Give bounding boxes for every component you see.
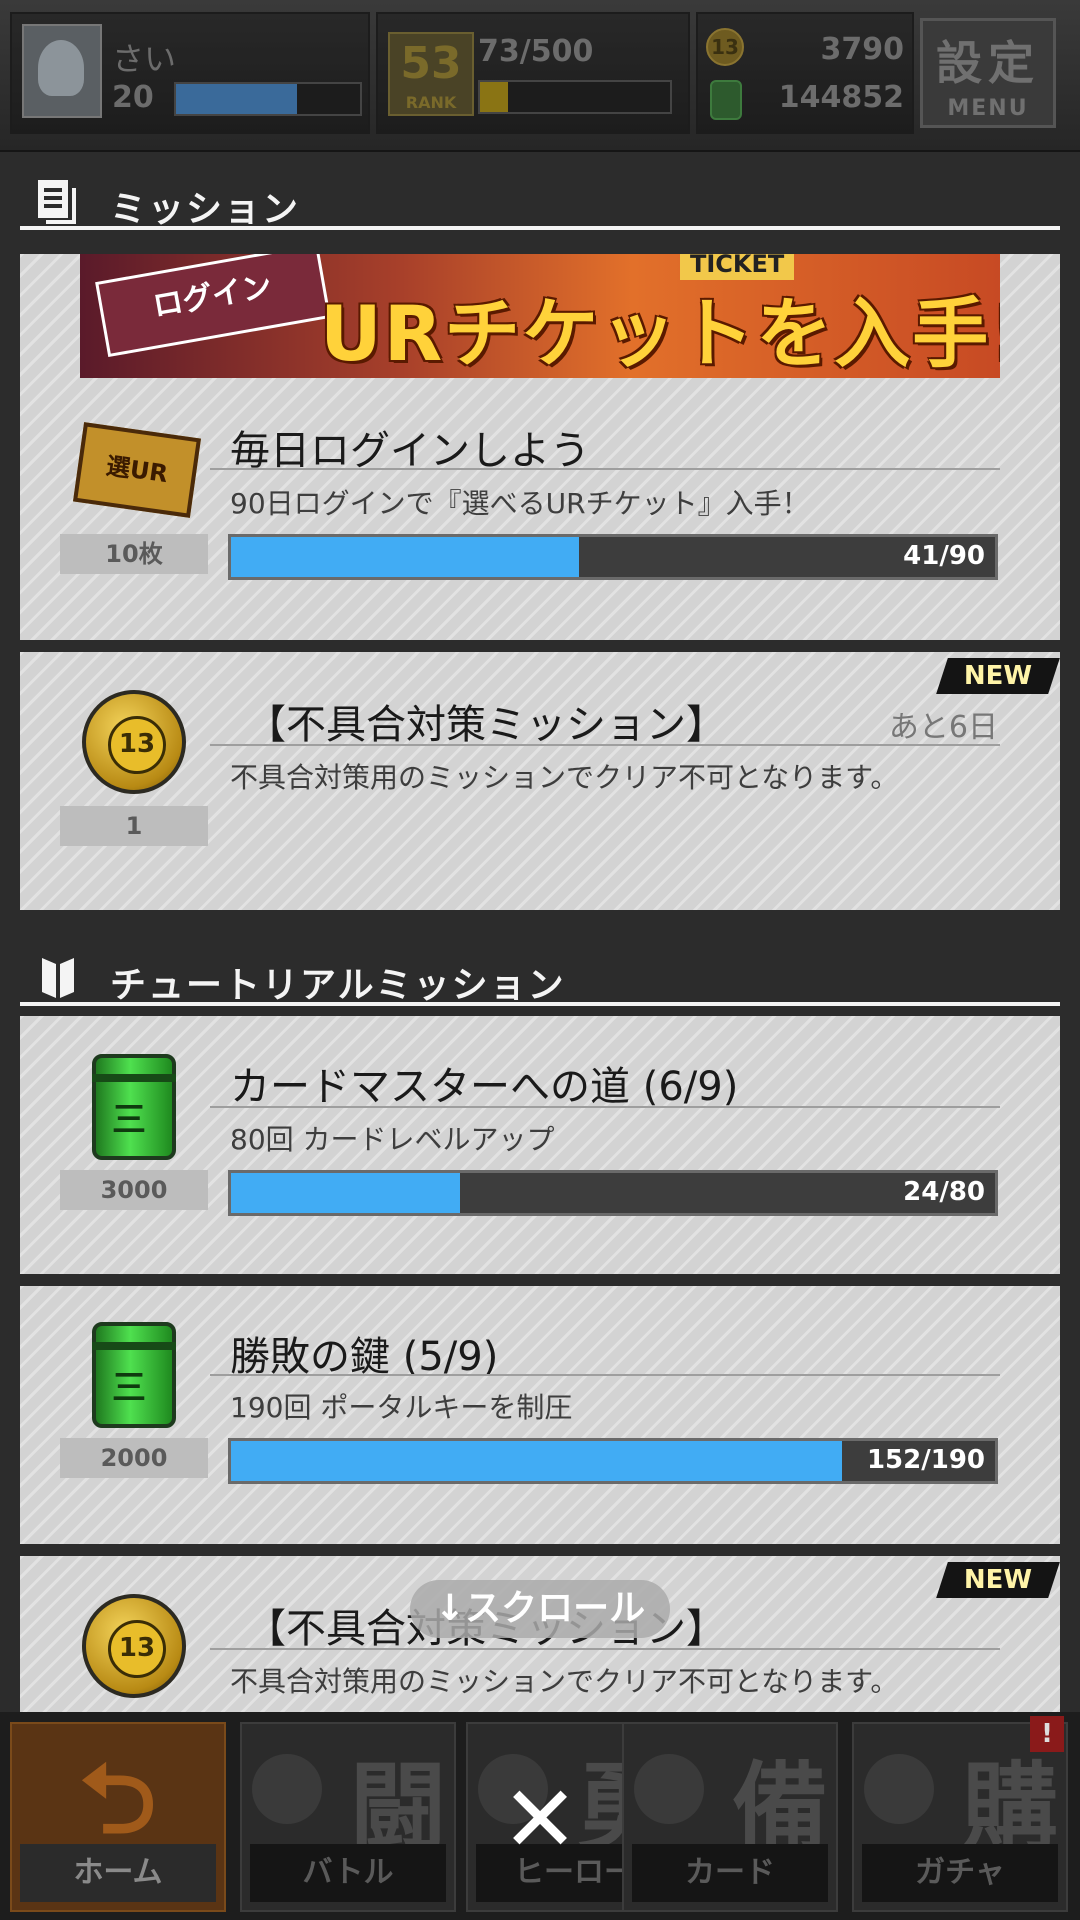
scroll-hint: ↓スクロール [410, 1580, 670, 1638]
new-badge: NEW [936, 658, 1060, 694]
coin-count: 3790 [820, 32, 905, 67]
nav-gacha[interactable]: 購 ! ガチャ [852, 1716, 1068, 1912]
mission-description: 90日ログインで『選べるURチケット』入手！ [230, 487, 810, 520]
settings-menu-button[interactable]: 設定 MENU [920, 18, 1056, 128]
player-name: さい [112, 40, 177, 78]
mission-description: 不具合対策用のミッションでクリア不可となります。 [230, 761, 899, 794]
remaining-days: あと6日 [888, 710, 998, 745]
rank-bar [478, 80, 672, 114]
tutorial-card-portal-key[interactable]: 2000 勝敗の鍵 (5/9) 190回 ポータルキーを制圧 152/190 [20, 1286, 1060, 1544]
title-separator [210, 1374, 1000, 1376]
document-list-icon [38, 180, 76, 224]
mission-progress-bar: 152/190 [228, 1438, 998, 1484]
gacha-machine-icon [864, 1754, 934, 1824]
gamepad-icon [252, 1754, 322, 1824]
status-bar: さい 20 53 RANK 73/500 13 3790 144852 設定 M… [0, 0, 1080, 152]
mission-progress-bar: 24/80 [228, 1170, 998, 1216]
progress-fill [231, 1173, 461, 1213]
nav-label: ガチャ [862, 1844, 1058, 1902]
level-bar-fill [176, 84, 298, 114]
shield-icon [42, 958, 74, 998]
tutorial-section-header: チュートリアルミッション [20, 948, 1060, 1006]
progress-fill [231, 537, 580, 577]
nav-label: バトル [250, 1844, 446, 1902]
rank-word: RANK [405, 93, 457, 112]
title-separator [210, 468, 1000, 470]
mission-progress-bar: 41/90 [228, 534, 998, 580]
mission-card-bugfix[interactable]: NEW 1 【不具合対策ミッション】 あと6日 不具合対策用のミッションでクリア… [20, 652, 1060, 910]
ur-ticket-icon: 選UR [73, 422, 201, 518]
mission-section-title: ミッション [110, 189, 301, 230]
section-divider [20, 226, 1060, 230]
nav-battle[interactable]: 闘 バトル [240, 1722, 456, 1912]
player-level: 20 [112, 80, 154, 115]
nav-label: ホーム [20, 1844, 216, 1902]
reward-quantity: 3000 [60, 1170, 208, 1210]
mission-description: 80回 カードレベルアップ [230, 1123, 555, 1156]
title-separator [210, 1106, 1000, 1108]
level-bar [174, 82, 362, 116]
reward-quantity: 10枚 [60, 534, 208, 574]
banner-title: URチケットを入手! [320, 289, 1000, 378]
rank-number: 53 [400, 38, 462, 89]
nav-label: カード [632, 1844, 828, 1902]
rank-progress-text: 73/500 [478, 34, 594, 69]
title-separator [210, 1648, 1000, 1650]
mission-section-header: ミッション [20, 172, 1060, 230]
menu-kanji: 設定 [936, 36, 1040, 90]
progress-count: 152/190 [866, 1445, 985, 1475]
alert-badge: ! [1030, 1716, 1064, 1752]
mission-description: 190回 ポータルキーを制圧 [230, 1391, 573, 1424]
mission-description: 不具合対策用のミッションでクリア不可となります。 [230, 1665, 899, 1698]
rank-bar-fill [480, 82, 508, 112]
drum-icon [710, 80, 742, 120]
progress-count: 41/90 [903, 541, 985, 571]
progress-fill [231, 1441, 843, 1481]
drum-icon [92, 1054, 176, 1160]
coin-icon [82, 690, 186, 794]
rank-panel: 53 RANK 73/500 [376, 12, 690, 134]
title-separator [210, 744, 1000, 746]
mission-title: 【不具合対策ミッション】 [246, 702, 726, 748]
nav-card[interactable]: 備 カード [622, 1722, 838, 1912]
reward-quantity: 2000 [60, 1438, 208, 1478]
drum-count: 144852 [778, 80, 904, 115]
section-divider [20, 1002, 1060, 1006]
new-badge: NEW [936, 1562, 1060, 1598]
mission-title: カードマスターへの道 (6/9) [230, 1064, 739, 1110]
player-avatar[interactable] [22, 24, 102, 118]
mission-card-login[interactable]: ログイン TICKET URチケットを入手! 選UR 10枚 毎日ログインしよう… [20, 254, 1060, 640]
banner-login-ticket: ログイン [95, 254, 331, 358]
login-banner[interactable]: ログイン TICKET URチケットを入手! [80, 254, 1000, 378]
tutorial-card-card-master[interactable]: 3000 カードマスターへの道 (6/9) 80回 カードレベルアップ 24/8… [20, 1016, 1060, 1274]
card-stack-icon [634, 1754, 704, 1824]
player-panel[interactable]: さい 20 [10, 12, 370, 134]
coin-icon: 13 [706, 28, 744, 66]
tutorial-section-title: チュートリアルミッション [110, 965, 566, 1006]
close-button[interactable]: ✕ [500, 1774, 580, 1866]
currency-panel: 13 3790 144852 [696, 12, 914, 134]
drum-icon [92, 1322, 176, 1428]
menu-label: MENU [947, 96, 1029, 121]
reward-quantity: 1 [60, 806, 208, 846]
nav-home[interactable]: ⮌ ホーム [10, 1722, 226, 1912]
coin-icon [82, 1594, 186, 1698]
rank-badge: 53 RANK [388, 32, 474, 116]
progress-count: 24/80 [903, 1177, 985, 1207]
